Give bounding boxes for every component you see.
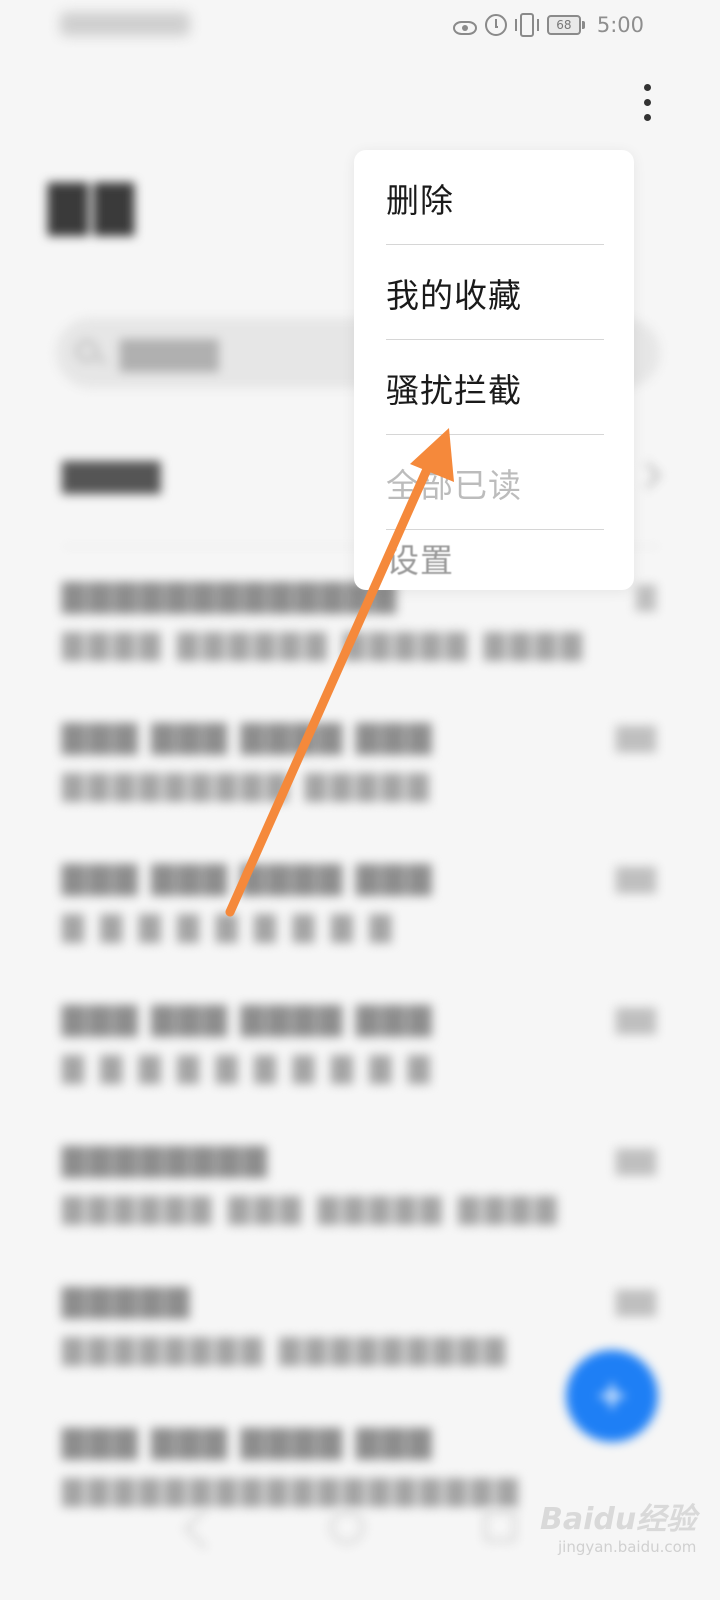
message-sender: ▇▇▇ ▇▇▇ ▇▇▇▇ ▇▇▇ [62, 860, 434, 896]
message-preview: ▇▇▇▇▇▇▇▇▇ ▇▇▇▇▇ [62, 769, 433, 802]
menu-item-mark-all-read[interactable]: 全部已读 [386, 435, 604, 530]
menu-item-settings[interactable]: 设置 [386, 530, 604, 594]
watermark-url: jingyan.baidu.com [558, 1538, 697, 1556]
overflow-menu: 删除 我的收藏 骚扰拦截 全部已读 设置 [354, 150, 634, 590]
status-icons: 68 5:00 [452, 10, 644, 40]
message-preview: ▇▇▇▇ ▇▇▇▇▇▇ ▇▇▇▇▇ ▇▇▇▇ [62, 628, 586, 661]
menu-item-block-harassment[interactable]: 骚扰拦截 [386, 340, 604, 435]
eye-icon [452, 21, 477, 35]
list-item[interactable]: ▇▇▇▇▇▇▇▇▇▇▇▇▇ ▇ ▇▇▇▇ ▇▇▇▇▇▇ ▇▇▇▇▇ ▇▇▇▇ [0, 570, 720, 711]
list-item[interactable]: ▇▇▇ ▇▇▇ ▇▇▇▇ ▇▇▇ ▇▇ ▇▇▇▇▇▇▇▇▇ ▇▇▇▇▇ [0, 711, 720, 852]
message-time: ▇▇ [616, 1287, 656, 1317]
search-placeholder: ▇▇▇▇ [120, 334, 219, 372]
list-item[interactable]: ▇▇▇ ▇▇▇ ▇▇▇▇ ▇▇▇ ▇▇ ▇ ▇ ▇ ▇ ▇ ▇ ▇ ▇ ▇ ▇ [0, 993, 720, 1134]
message-sender: ▇▇▇▇▇▇▇▇ [62, 1142, 269, 1178]
chevron-right-icon[interactable] [634, 462, 661, 489]
menu-item-favorites[interactable]: 我的收藏 [386, 245, 604, 340]
section-header: ▇▇▇▇ [62, 456, 161, 494]
more-dot-icon [644, 84, 651, 91]
message-time: ▇▇ [616, 723, 656, 753]
home-icon[interactable] [330, 1510, 364, 1544]
plus-icon [600, 1384, 624, 1408]
carrier-info [60, 12, 190, 36]
message-time: ▇▇ [616, 864, 656, 894]
list-item[interactable]: ▇▇▇ ▇▇▇ ▇▇▇▇ ▇▇▇ ▇▇ ▇ ▇ ▇ ▇ ▇ ▇ ▇ ▇ ▇ [0, 852, 720, 993]
message-sender: ▇▇▇ ▇▇▇ ▇▇▇▇ ▇▇▇ [62, 1001, 434, 1037]
alarm-icon [484, 14, 507, 36]
new-message-button[interactable] [566, 1350, 658, 1442]
watermark-logo: Baidu经验 [540, 1502, 697, 1537]
message-time: ▇▇ [616, 1005, 656, 1035]
more-options-button[interactable] [630, 80, 666, 126]
more-dot-icon [644, 114, 651, 121]
message-preview: ▇ ▇ ▇ ▇ ▇ ▇ ▇ ▇ ▇ ▇ [62, 1051, 434, 1084]
search-icon [76, 340, 98, 362]
clock: 5:00 [596, 13, 644, 37]
message-sender: ▇▇▇ ▇▇▇ ▇▇▇▇ ▇▇▇ [62, 719, 434, 755]
status-bar: 68 5:00 [0, 0, 720, 50]
menu-item-delete[interactable]: 删除 [386, 150, 604, 245]
message-preview: ▇ ▇ ▇ ▇ ▇ ▇ ▇ ▇ ▇ [62, 910, 396, 943]
battery-level: 68 [546, 15, 581, 35]
message-time: ▇▇ [616, 1146, 656, 1176]
recent-apps-icon[interactable] [484, 1510, 516, 1542]
more-dot-icon [644, 99, 651, 106]
battery-icon: 68 [546, 15, 585, 35]
vibrate-icon [514, 13, 539, 37]
message-preview: ▇▇▇▇▇▇ ▇▇▇ ▇▇▇▇▇ ▇▇▇▇ [62, 1192, 561, 1225]
watermark: Baidu经验 jingyan.baidu.com [540, 1494, 710, 1574]
message-sender: ▇▇▇▇▇▇▇▇▇▇▇▇▇ [62, 578, 398, 614]
back-icon[interactable] [183, 1507, 226, 1550]
message-time: ▇ [636, 582, 656, 612]
message-preview: ▇▇▇▇▇▇▇▇ ▇▇▇▇▇▇▇▇▇ [62, 1333, 509, 1366]
message-sender: ▇▇▇ ▇▇▇ ▇▇▇▇ ▇▇▇ [62, 1424, 434, 1460]
list-item[interactable]: ▇▇▇▇▇▇▇▇ ▇▇ ▇▇▇▇▇▇ ▇▇▇ ▇▇▇▇▇ ▇▇▇▇ [0, 1134, 720, 1275]
page-title: ▇▇ [48, 176, 140, 236]
message-sender: ▇▇▇▇▇ [62, 1283, 192, 1319]
